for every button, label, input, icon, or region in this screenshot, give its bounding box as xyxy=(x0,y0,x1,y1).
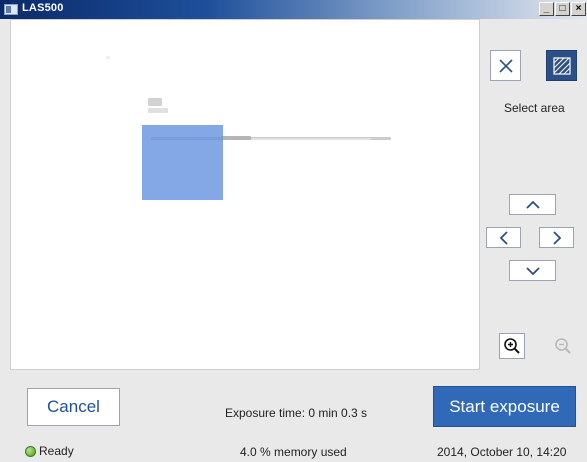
status-text: Ready xyxy=(39,444,74,458)
cancel-button[interactable]: Cancel xyxy=(27,388,120,426)
selection-area[interactable] xyxy=(142,125,223,200)
blot-band xyxy=(251,138,371,140)
status-led-icon xyxy=(25,445,36,457)
minimize-button[interactable]: _ xyxy=(539,2,554,16)
move-left-button[interactable] xyxy=(486,227,521,248)
image-preview[interactable] xyxy=(10,19,480,370)
close-window-button[interactable]: × xyxy=(571,2,586,16)
move-down-button[interactable] xyxy=(509,260,556,281)
zoom-in-button[interactable] xyxy=(499,333,525,359)
app-icon xyxy=(4,4,18,15)
maximize-button[interactable]: □ xyxy=(555,2,570,16)
chevron-up-icon xyxy=(525,200,540,209)
blot-band xyxy=(221,136,251,140)
start-exposure-button[interactable]: Start exposure xyxy=(433,386,576,427)
move-right-button[interactable] xyxy=(539,227,574,248)
zoom-out-button[interactable] xyxy=(550,333,576,359)
control-panel: Select area xyxy=(480,19,587,370)
window-title: LAS500 xyxy=(22,2,64,14)
blot-band xyxy=(106,56,110,59)
move-up-button[interactable] xyxy=(509,194,556,215)
hatch-area-icon xyxy=(552,56,571,75)
blot-band xyxy=(148,108,168,113)
chevron-right-icon xyxy=(552,230,561,245)
zoom-in-icon xyxy=(504,338,520,354)
exposure-time-label: Exposure time: 0 min 0.3 s xyxy=(225,406,368,420)
chevron-left-icon xyxy=(499,230,508,245)
blot-band xyxy=(148,98,162,106)
clear-selection-button[interactable] xyxy=(490,50,521,81)
select-area-button[interactable] xyxy=(546,50,577,81)
datetime-display: 2014, October 10, 14:20 xyxy=(437,445,567,459)
status-indicator: Ready xyxy=(25,444,74,458)
chevron-down-icon xyxy=(525,266,540,275)
close-icon xyxy=(498,58,513,73)
zoom-out-icon xyxy=(555,338,571,354)
title-bar: LAS500 _ □ × xyxy=(0,0,587,19)
select-area-label: Select area xyxy=(504,101,565,115)
window-controls: _ □ × xyxy=(539,2,586,16)
memory-usage: 4.0 % memory used xyxy=(240,445,347,459)
